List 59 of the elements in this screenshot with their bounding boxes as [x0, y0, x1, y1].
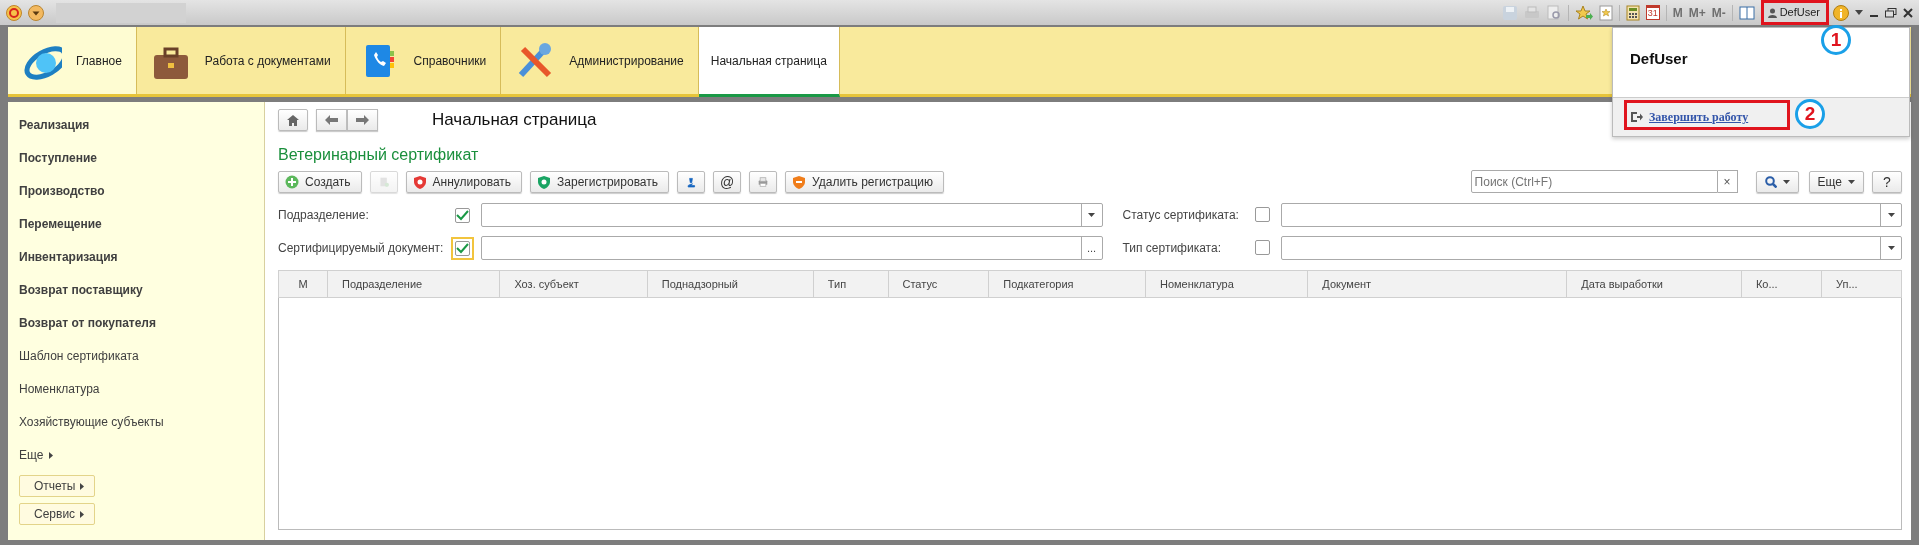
logout-link[interactable]: Завершить работу	[1649, 109, 1749, 125]
sidebar-item[interactable]: Производство	[19, 178, 105, 205]
column-header[interactable]: Уп...	[1821, 270, 1902, 298]
memory-button[interactable]: M	[1672, 5, 1683, 20]
choice-button[interactable]: ...	[1080, 237, 1102, 259]
column-header[interactable]: Документ	[1307, 270, 1567, 298]
column-header[interactable]: Подразделение	[327, 270, 500, 298]
filter-label: Подразделение:	[278, 208, 370, 222]
sidebar-item[interactable]: Реализация	[19, 112, 90, 139]
toolbar-button[interactable]: Удалить регистрацию	[785, 170, 945, 193]
section-button[interactable]: Главное	[8, 27, 137, 94]
filter-field[interactable]: ...	[481, 236, 1103, 260]
help-button[interactable]: ?	[1872, 170, 1902, 193]
more-button[interactable]: Еще	[1808, 170, 1864, 193]
toolbar-button[interactable]: @	[713, 170, 742, 193]
section-label: Главное	[76, 53, 122, 68]
column-header[interactable]: Дата выработки	[1566, 270, 1742, 298]
section-label: Справочники	[413, 53, 487, 68]
column-header[interactable]: Статус	[888, 270, 989, 298]
clear-button[interactable]: ×	[1717, 170, 1738, 193]
column-header[interactable]: Тип	[813, 270, 888, 298]
memory-button[interactable]: M-	[1711, 5, 1726, 20]
toolbar-button[interactable]: Аннулировать	[405, 170, 523, 193]
filter-label: Сертифицируемый документ:	[278, 241, 445, 255]
user-name: DefUser	[1779, 6, 1820, 19]
column-header[interactable]: Хоз. субъект	[499, 270, 648, 298]
column-header[interactable]: Номенклатура	[1145, 270, 1308, 298]
column-header[interactable]: М	[278, 270, 328, 298]
sidebar-item[interactable]: Номенклатура	[19, 376, 100, 403]
column-header[interactable]: Поднадзорный	[647, 270, 814, 298]
toolbar-button[interactable]: Создать	[278, 170, 362, 193]
sidebar-item[interactable]: Поступление	[19, 145, 97, 172]
filter-label: Тип сертификата:	[1121, 241, 1222, 255]
sidebar-item[interactable]: Хозяйствующие субъекты	[19, 409, 164, 436]
sidebar-menu-button[interactable]: Отчеты	[19, 475, 96, 497]
section-button[interactable]: Администрирование	[501, 27, 699, 94]
user-menu-name: DefUser	[1630, 50, 1688, 67]
section-label: Администрирование	[569, 53, 684, 68]
sidebar-item[interactable]: Шаблон сертификата	[19, 343, 139, 370]
section-button[interactable]: Справочники	[345, 27, 502, 94]
search-field[interactable]: Поиск (Ctrl+F)	[1470, 170, 1718, 193]
sidebar-item[interactable]: Возврат от покупателя	[19, 310, 156, 337]
toolbar-button[interactable]: Зарегистрировать	[530, 170, 670, 193]
more-link[interactable]: Еще	[19, 442, 54, 469]
section-button[interactable]: Работа с документами	[136, 27, 346, 94]
column-header[interactable]: Подкатегория	[988, 270, 1146, 298]
page-title: Начальная страница	[432, 110, 597, 130]
sidebar-item[interactable]: Перемещение	[19, 211, 102, 238]
calendar-icon[interactable]: 31	[1645, 5, 1660, 20]
sidebar-menu-button[interactable]: Сервис	[19, 503, 96, 525]
memory-button[interactable]: M+	[1688, 5, 1706, 20]
column-header[interactable]: Ко...	[1741, 270, 1822, 298]
more-label: Еще	[19, 447, 44, 464]
page-tab[interactable]: Начальная страница	[698, 27, 840, 97]
section-label: Работа с документами	[204, 53, 331, 68]
sidebar-item[interactable]: Инвентаризация	[19, 244, 118, 271]
form-title: Ветеринарный сертификат	[278, 146, 480, 164]
filter-label: Статус сертификата:	[1121, 208, 1240, 222]
sidebar-item[interactable]: Возврат поставщику	[19, 277, 143, 304]
